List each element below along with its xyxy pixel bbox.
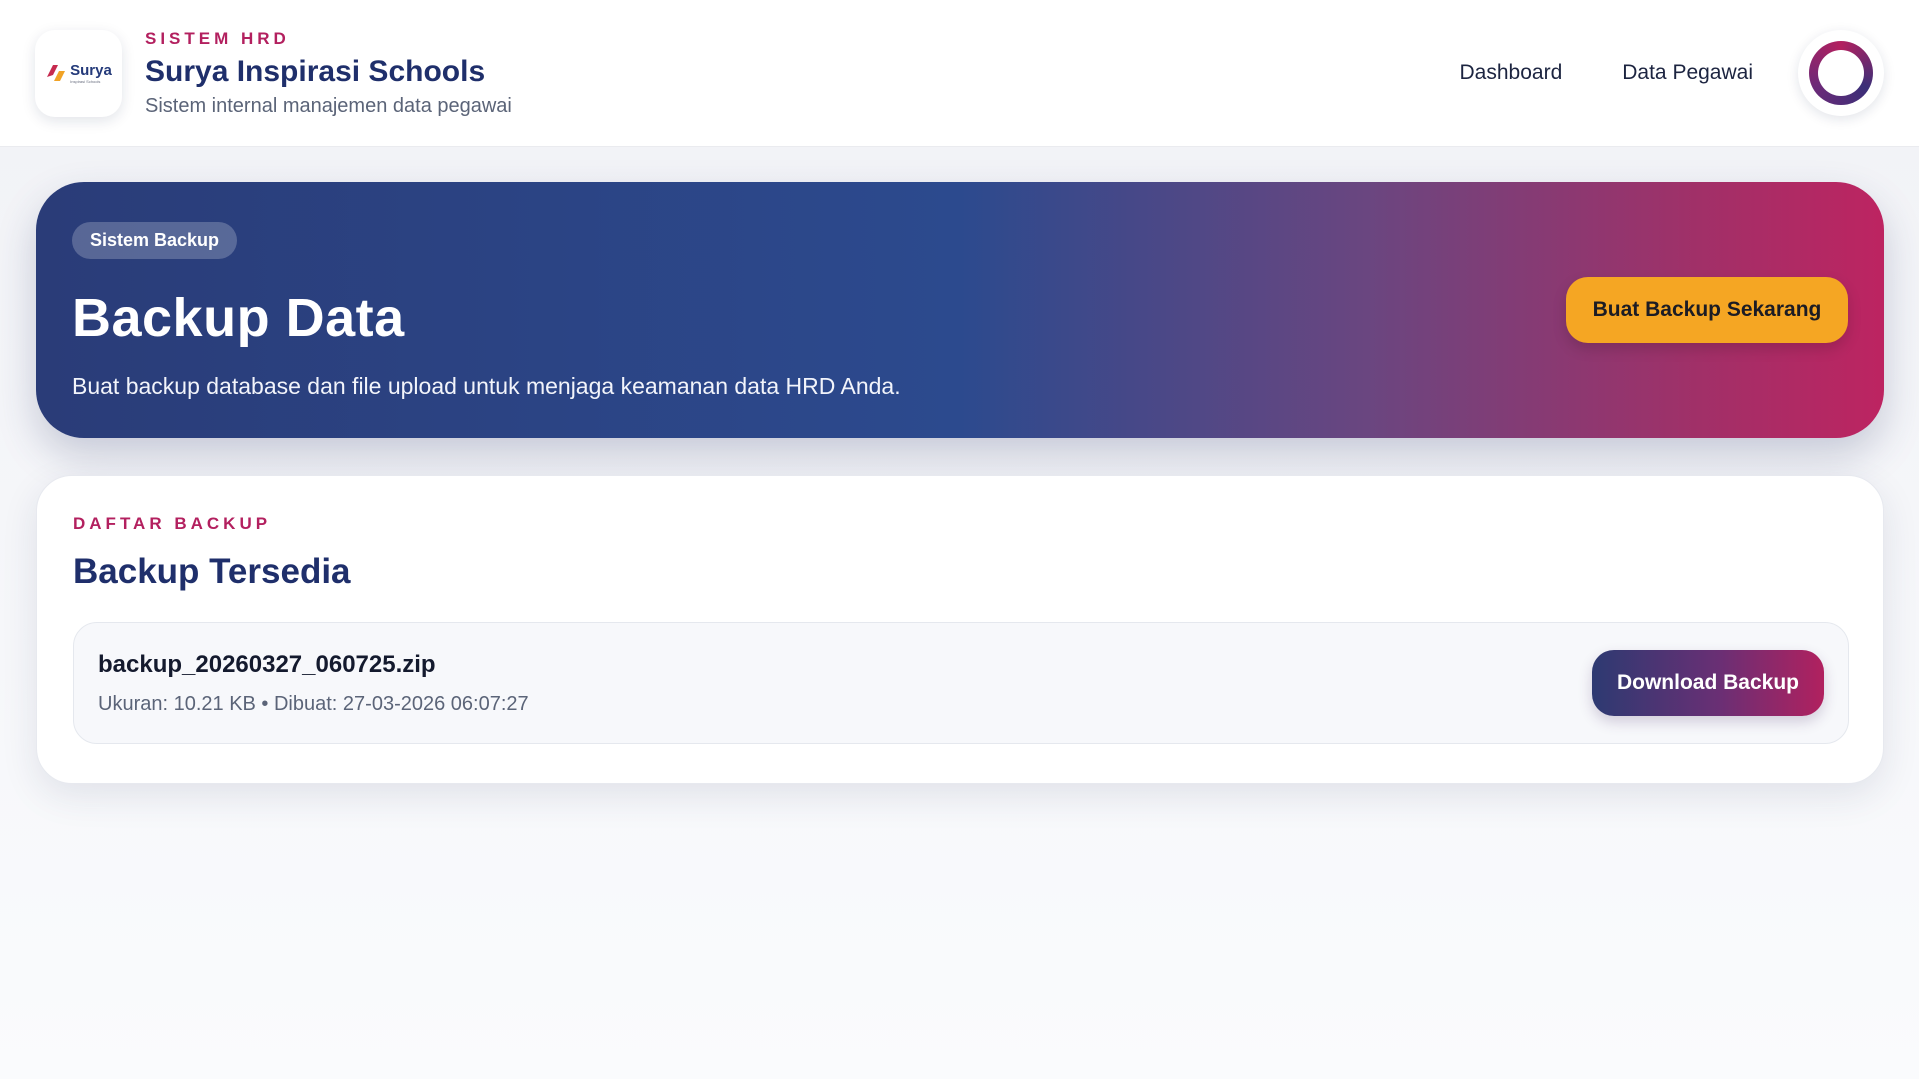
user-avatar-icon	[1809, 41, 1873, 105]
download-backup-button[interactable]: Download Backup	[1592, 650, 1824, 716]
backup-item: backup_20260327_060725.zip Ukuran: 10.21…	[73, 622, 1849, 744]
hero-banner: Sistem Backup Backup Data Buat backup da…	[36, 182, 1884, 438]
nav-dashboard[interactable]: Dashboard	[1460, 61, 1563, 85]
main-nav: Dashboard Data Pegawai	[1460, 30, 1884, 116]
section-title: Backup Tersedia	[73, 552, 351, 591]
create-backup-button[interactable]: Buat Backup Sekarang	[1566, 277, 1848, 343]
nav-data-pegawai[interactable]: Data Pegawai	[1622, 61, 1753, 85]
brand-title: Surya Inspirasi Schools	[145, 54, 486, 88]
top-bar: Surya Inspirasi Schools SISTEM HRD Surya…	[0, 0, 1919, 146]
section-kicker: DAFTAR BACKUP	[73, 514, 272, 533]
logo-word: Surya	[70, 61, 112, 79]
backup-file-name: backup_20260327_060725.zip	[98, 650, 436, 678]
brand-subtitle: Sistem internal manajemen data pegawai	[145, 94, 512, 117]
logo-tagline: Inspirasi Schools	[70, 78, 101, 84]
surya-logo-icon	[47, 65, 66, 81]
backup-list-card: DAFTAR BACKUP Backup Tersedia backup_202…	[36, 475, 1884, 784]
avatar-center	[1818, 50, 1864, 96]
app-logo[interactable]: Surya Inspirasi Schools	[35, 29, 122, 117]
brand-kicker: SISTEM HRD	[145, 28, 290, 48]
hero-badge: Sistem Backup	[72, 222, 238, 259]
backup-file-info: backup_20260327_060725.zip Ukuran: 10.21…	[98, 651, 529, 716]
brand-block: SISTEM HRD Surya Inspirasi Schools Siste…	[145, 29, 512, 118]
hero-description: Buat backup database dan file upload unt…	[72, 373, 901, 399]
backup-file-meta: Ukuran: 10.21 KB • Dibuat: 27-03-2026 06…	[98, 692, 529, 715]
logo-wordmark: Surya Inspirasi Schools	[70, 63, 112, 84]
user-menu-button[interactable]	[1798, 30, 1884, 116]
